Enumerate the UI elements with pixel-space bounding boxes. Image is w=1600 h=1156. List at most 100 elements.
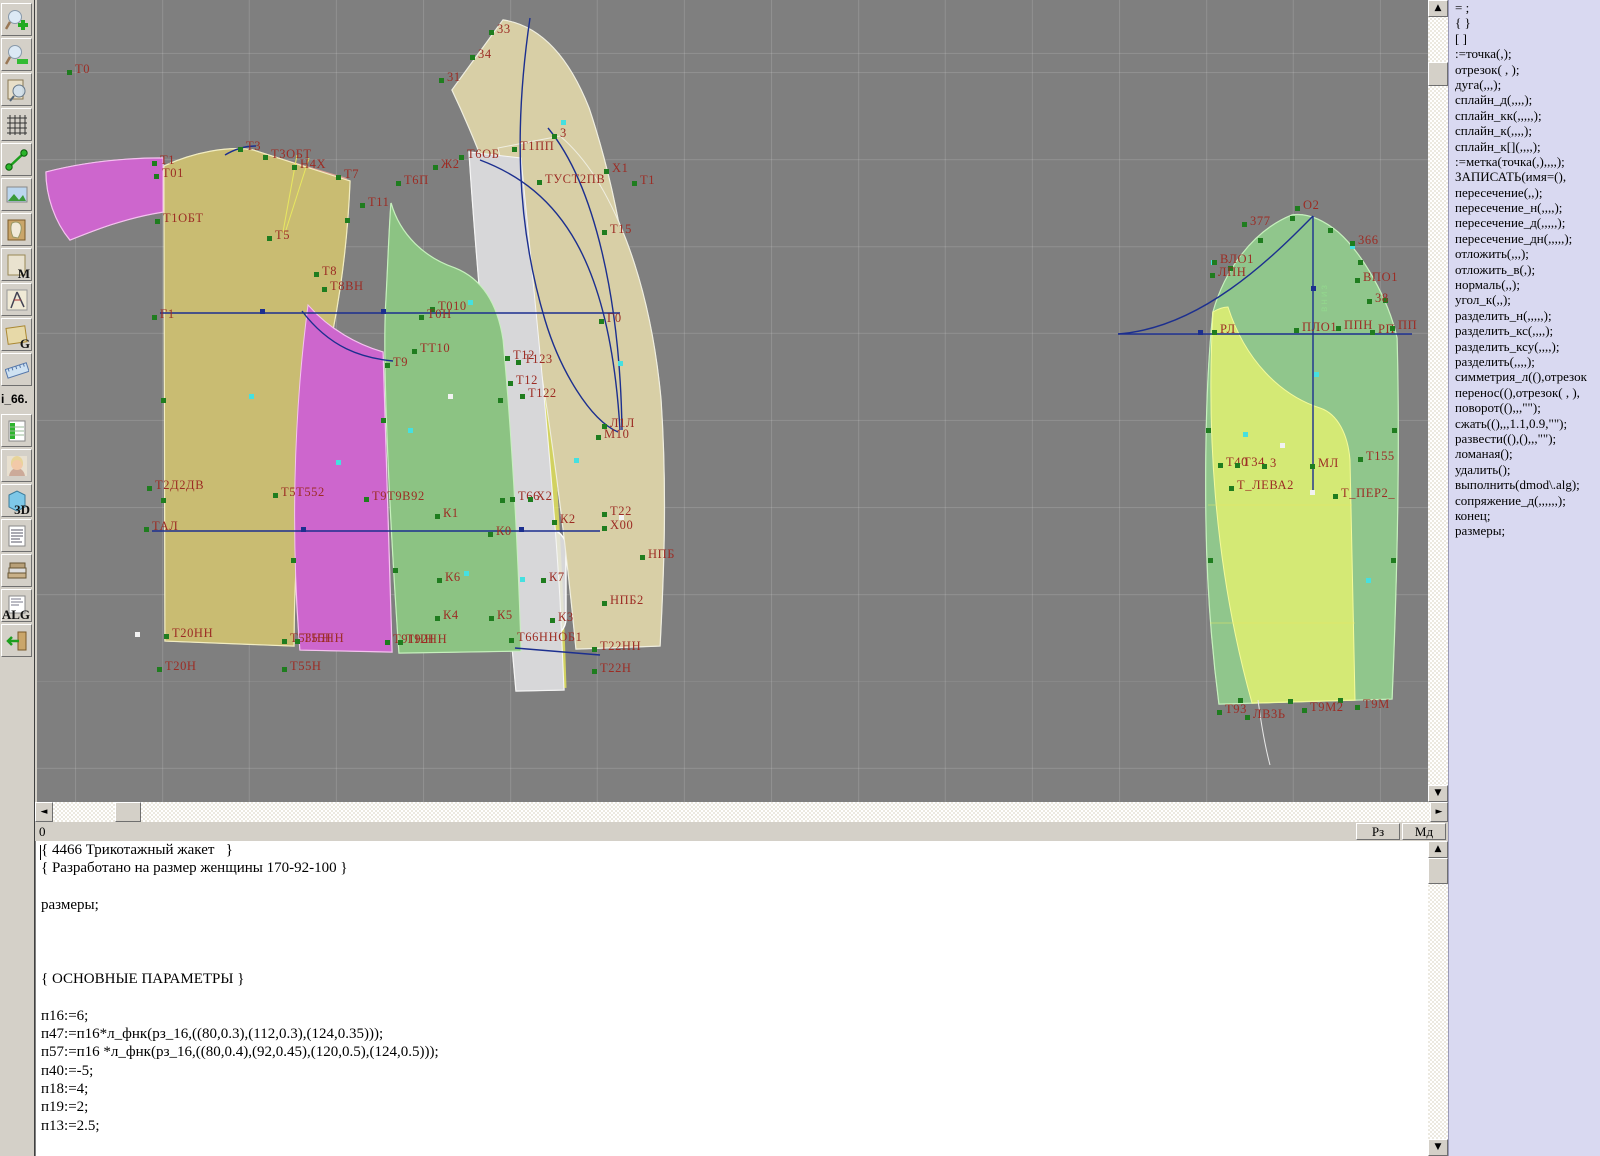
command-item[interactable]: отложить(,,,); [1449, 246, 1600, 261]
scroll-down-icon[interactable]: ▼ [1428, 1139, 1448, 1156]
command-item[interactable]: сопряжение_д(,,,,,,); [1449, 493, 1600, 508]
command-item[interactable]: сжать((),,,1.1,0.9,""); [1449, 416, 1600, 431]
navy-point-marker [1311, 286, 1316, 291]
cyan-point-marker [618, 361, 623, 366]
point-label: Т12 [516, 373, 538, 387]
command-item[interactable]: поворот((),,,""); [1449, 400, 1600, 415]
command-item[interactable]: ЗАПИСАТЬ(имя=(), [1449, 169, 1600, 184]
command-item[interactable]: :=метка(точка(,),,,,); [1449, 154, 1600, 169]
statusbar: 0 Рз Мд [35, 822, 1448, 841]
command-item[interactable]: [ ] [1449, 31, 1600, 46]
green-point-marker [1390, 326, 1395, 331]
ruler-button[interactable] [1, 353, 32, 386]
point-label: Т122 [528, 386, 557, 400]
command-item[interactable]: разделить_ксу(,,,,); [1449, 339, 1600, 354]
scroll-down-icon[interactable]: ▼ [1428, 785, 1448, 802]
green-point-marker [528, 497, 533, 502]
point-label: Х2 [536, 489, 552, 503]
command-item[interactable]: перенос((),отрезок( , ), [1449, 385, 1600, 400]
command-item[interactable]: сплайн_кк(,,,,,); [1449, 108, 1600, 123]
v-scroll-thumb[interactable] [1428, 62, 1448, 86]
zoom-in-button[interactable] [1, 3, 32, 36]
green-point-marker [295, 639, 300, 644]
document-list-button[interactable] [1, 519, 32, 552]
zoom-out-button[interactable] [1, 38, 32, 71]
algorithm-doc-button[interactable]: ALG [1, 589, 32, 622]
command-item[interactable]: отрезок( , ); [1449, 62, 1600, 77]
command-item[interactable]: симметрия_л((),отрезок [1449, 369, 1600, 384]
command-item[interactable]: пересечение(,,); [1449, 185, 1600, 200]
command-item[interactable]: удалить(); [1449, 462, 1600, 477]
command-item[interactable]: пересечение_д(,,,,,); [1449, 215, 1600, 230]
point-label: Т5Т552 [281, 485, 325, 499]
command-item[interactable]: разделить(,,,,); [1449, 354, 1600, 369]
command-item[interactable]: = ; [1449, 0, 1600, 15]
cyan-point-marker [1314, 372, 1319, 377]
command-item[interactable]: отложить_в(,); [1449, 262, 1600, 277]
command-item[interactable]: развести((),(),,,""); [1449, 431, 1600, 446]
green-point-marker [1210, 273, 1215, 278]
green-point-marker [1295, 206, 1300, 211]
editor-scrollbar[interactable]: ▲ ▼ [1428, 841, 1448, 1156]
scroll-right-icon[interactable]: ► [1430, 802, 1448, 822]
scroll-up-icon[interactable]: ▲ [1428, 0, 1448, 17]
command-item[interactable]: разделить_н(,,,,,); [1449, 308, 1600, 323]
exit-button[interactable] [1, 624, 32, 657]
green-point-marker [1302, 708, 1307, 713]
preview-button[interactable] [1, 73, 32, 106]
point-label: ЛВ3Ь [1253, 707, 1286, 721]
editor-scroll-thumb[interactable] [1428, 858, 1448, 884]
scroll-left-icon[interactable]: ◄ [35, 802, 53, 822]
drafting-tools-button[interactable] [1, 283, 32, 316]
green-point-marker [1218, 463, 1223, 468]
grid-button[interactable] [1, 108, 32, 141]
point-label: Т55Н [290, 659, 322, 673]
h-scroll-thumb[interactable] [115, 802, 141, 822]
module-g-button[interactable]: G [1, 318, 32, 351]
cyan-point-marker [561, 120, 566, 125]
command-item[interactable]: ломаная(); [1449, 446, 1600, 461]
cyan-point-marker [408, 428, 413, 433]
command-item[interactable]: дуга(,,,); [1449, 77, 1600, 92]
command-item[interactable]: нормаль(,,); [1449, 277, 1600, 292]
canvas-vertical-scrollbar[interactable]: ▲ ▼ [1428, 0, 1448, 802]
green-point-marker [604, 169, 609, 174]
measure-button[interactable] [1, 143, 32, 176]
module-m-button[interactable]: M [1, 248, 32, 281]
point-label: 3 [560, 126, 567, 140]
green-point-marker [596, 435, 601, 440]
command-item[interactable]: :=точка(,); [1449, 46, 1600, 61]
portrait-button[interactable] [1, 449, 32, 482]
md-button[interactable]: Мд [1402, 823, 1446, 840]
command-item[interactable]: конец; [1449, 508, 1600, 523]
command-item[interactable]: { } [1449, 15, 1600, 30]
command-item[interactable]: сплайн_д(,,,,); [1449, 92, 1600, 107]
size-table-button[interactable] [1, 414, 32, 447]
command-item[interactable]: пересечение_дн(,,,,,); [1449, 231, 1600, 246]
image-button[interactable] [1, 178, 32, 211]
scroll-up-icon[interactable]: ▲ [1428, 841, 1448, 858]
green-point-marker [1336, 326, 1341, 331]
green-point-marker [322, 287, 327, 292]
program-editor[interactable]: { 4466 Трикотажный жакет }{ Разработано … [35, 841, 1428, 1156]
pattern-piece-button[interactable] [1, 213, 32, 246]
canvas-horizontal-scrollbar[interactable]: ◄ ► [35, 802, 1448, 822]
green-point-marker [164, 634, 169, 639]
command-item[interactable]: сплайн_к[](,,,,); [1449, 139, 1600, 154]
point-label: Т6ОБ [467, 147, 500, 161]
books-button[interactable] [1, 554, 32, 587]
command-item[interactable]: выполнить(dmod\.alg); [1449, 477, 1600, 492]
command-item[interactable]: разделить_кс(,,,,); [1449, 323, 1600, 338]
white-point-marker [1310, 490, 1315, 495]
editor-line [36, 915, 1428, 933]
pattern-canvas[interactable]: Т0Т1Т01Т3Т3ОБТН4ХТ7Т1ОБТТ5Т8Т8ВНГ1Т11Т6П… [37, 0, 1428, 802]
point-label: Т22 [610, 504, 632, 518]
view-3d-button[interactable]: 3D [1, 484, 32, 517]
rz-button[interactable]: Рз [1356, 823, 1400, 840]
point-label: Т34 [1243, 455, 1265, 469]
command-item[interactable]: угол_к(,,); [1449, 292, 1600, 307]
green-point-marker [1367, 299, 1372, 304]
command-item[interactable]: сплайн_к(,,,,); [1449, 123, 1600, 138]
command-item[interactable]: пересечение_н(,,,,); [1449, 200, 1600, 215]
command-item[interactable]: размеры; [1449, 523, 1600, 538]
